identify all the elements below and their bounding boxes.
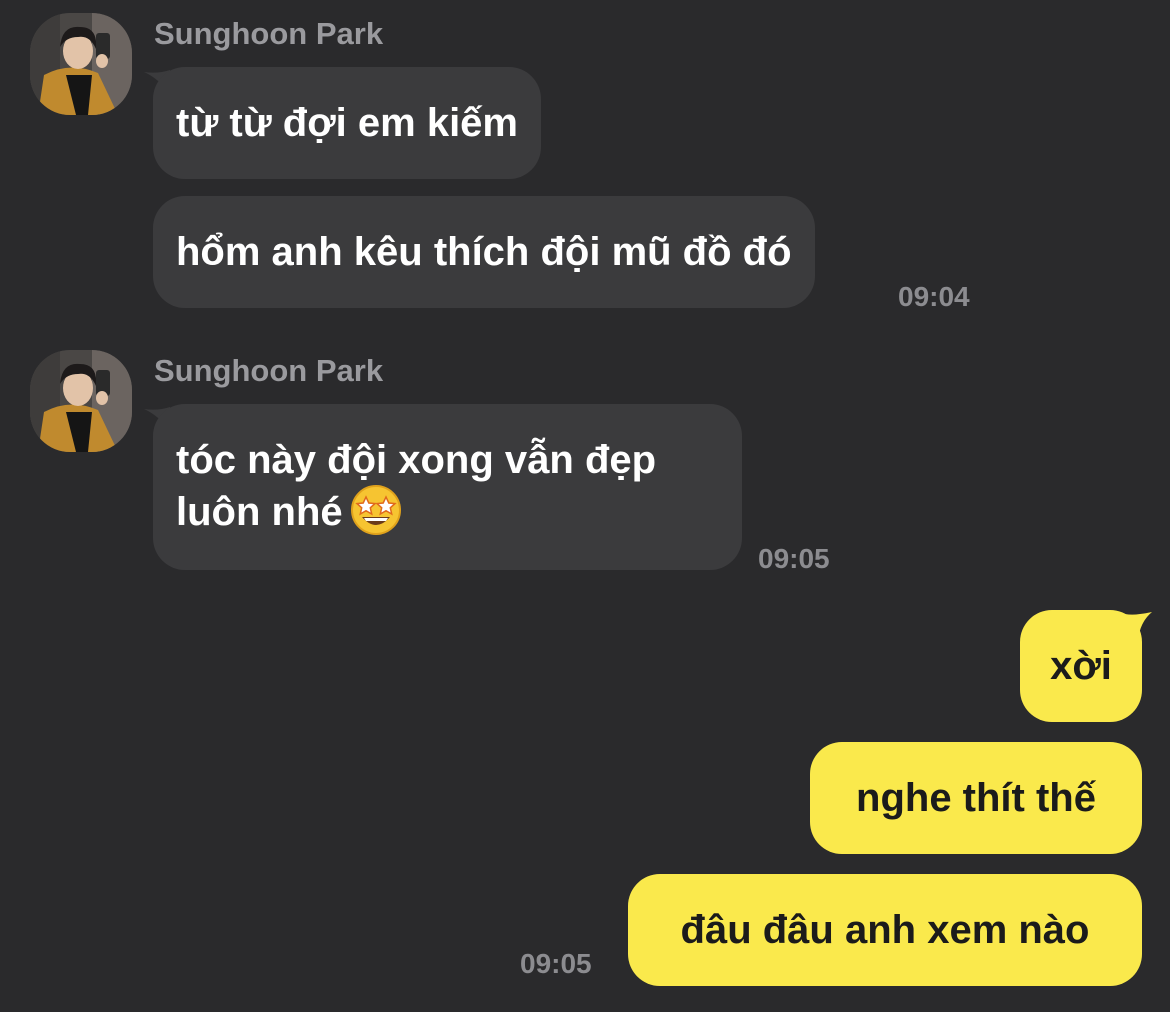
sender-name: Sunghoon Park [154,16,384,51]
timestamp: 09:05 [520,948,592,979]
message-text: xời [1050,644,1112,688]
avatar[interactable] [30,350,132,452]
sender-name: Sunghoon Park [154,353,384,388]
message-text: từ từ đợi em kiếm [176,101,518,145]
message-bubble-outgoing[interactable]: xời [1020,610,1142,722]
message-bubble[interactable]: tóc này đội xong vẫn đẹp luôn nhé [153,404,742,570]
message-text: đâu đâu anh xem nào [680,908,1090,952]
message-bubble-outgoing[interactable]: nghe thít thế [810,742,1142,854]
message-bubble[interactable]: hổm anh kêu thích đội mũ đồ đó [153,196,815,308]
message-text: nghe thít thế [856,776,1096,820]
avatar[interactable] [30,13,132,115]
message-bubble[interactable]: từ từ đợi em kiếm [153,67,541,179]
message-text: luôn nhé [176,490,343,534]
message-text-line-2: luôn nhé [176,485,719,541]
profile-photo [30,13,132,115]
message-text: hổm anh kêu thích đội mũ đồ đó [176,230,792,274]
profile-photo [30,350,132,452]
star-struck-emoji-icon [350,485,401,536]
message-bubble-outgoing[interactable]: đâu đâu anh xem nào [628,874,1142,986]
timestamp: 09:05 [758,543,830,574]
message-text-line: tóc này đội xong vẫn đẹp [176,438,657,482]
timestamp: 09:04 [898,281,970,312]
